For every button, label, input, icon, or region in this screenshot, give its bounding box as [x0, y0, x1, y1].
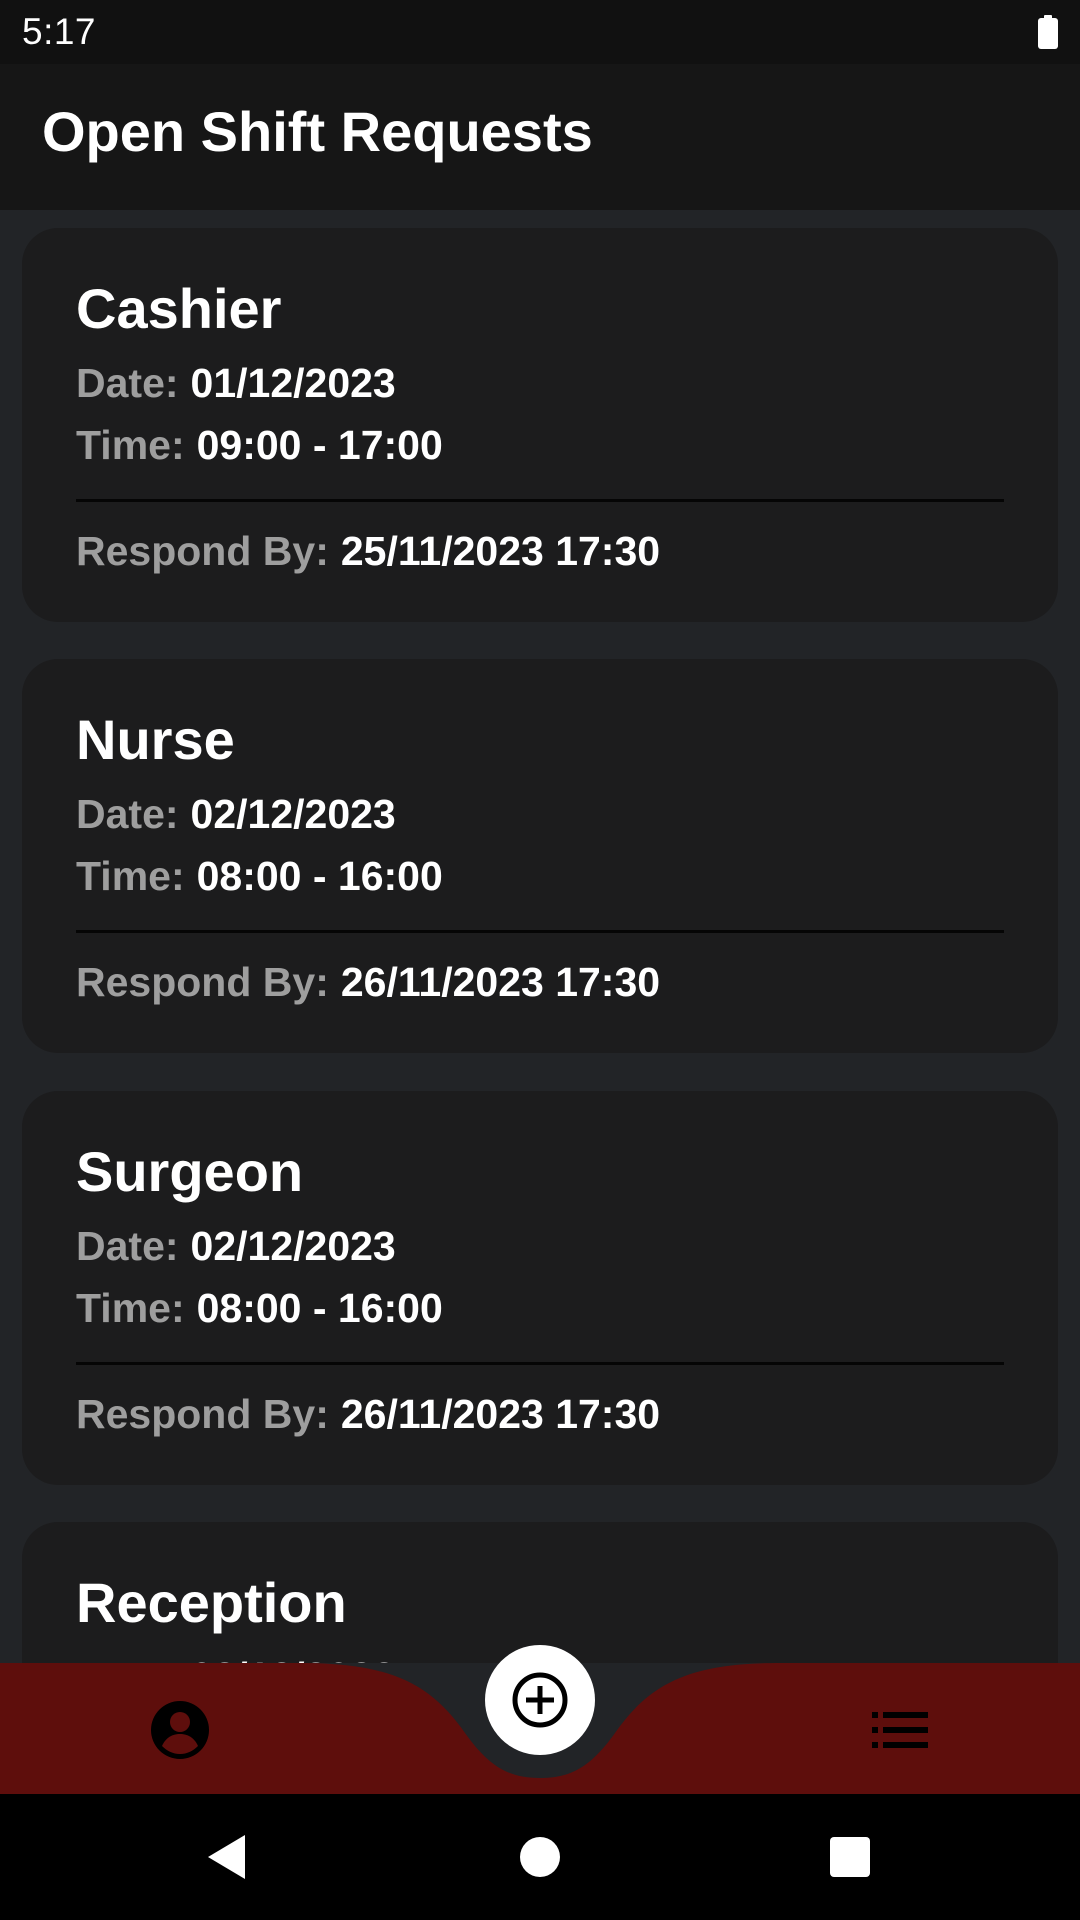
- shift-time: 08:00 - 16:00: [196, 1285, 443, 1331]
- page-title: Open Shift Requests: [42, 99, 593, 163]
- shift-date-row: Date:02/12/2023: [76, 791, 396, 838]
- time-label: Time:: [76, 422, 185, 468]
- shift-time: 08:00 - 16:00: [196, 853, 443, 899]
- back-icon[interactable]: [205, 1832, 249, 1882]
- card-divider: [76, 499, 1004, 502]
- date-label: Date:: [76, 791, 179, 837]
- battery-icon: [1038, 15, 1058, 49]
- respond-by-label: Respond By:: [76, 1391, 329, 1437]
- time-label: Time:: [76, 853, 185, 899]
- status-time: 5:17: [22, 11, 97, 52]
- respond-by-row: Respond By: 26/11/2023 17:30: [76, 959, 660, 1006]
- card-divider: [76, 930, 1004, 933]
- shift-date: 01/12/2023: [190, 360, 396, 406]
- respond-by-value: 26/11/2023 17:30: [340, 959, 661, 1005]
- recents-icon[interactable]: [830, 1837, 870, 1877]
- date-label: Date:: [76, 360, 179, 406]
- account-circle-icon: [151, 1701, 209, 1759]
- shift-date: 02/12/2023: [190, 791, 396, 837]
- list-view-button[interactable]: [872, 1710, 928, 1750]
- shift-card-cashier[interactable]: Cashier Date: 01/12/2023 Time: 09:00 - 17:…: [22, 228, 1058, 622]
- shift-date-row: Date: 01/12/2023: [76, 360, 396, 407]
- shift-time: 09:00 - 17:00: [196, 422, 443, 468]
- shift-time-row: Time: 08:00 - 16:00: [76, 853, 443, 900]
- shift-role: Reception: [76, 1571, 347, 1634]
- respond-by-label: Respond By:: [76, 959, 329, 1005]
- time-label: Time:: [76, 1285, 185, 1331]
- respond-by-value: 25/11/2023 17:30: [340, 528, 661, 574]
- status-bar: 5:17: [0, 0, 1080, 64]
- system-navigation-bar: [0, 1794, 1080, 1920]
- respond-by-row: Respond By: 26/11/2023 17:30: [76, 1391, 660, 1438]
- shift-date: 02/12/2023: [191, 1654, 396, 1663]
- shift-card-nurse[interactable]: Nurse Date: 02/12/2023 Time: 08:00 - 16:00…: [22, 659, 1058, 1053]
- shift-card-surgeon[interactable]: Surgeon Date: 02/12/2023 Time: 08:00 - 16:…: [22, 1091, 1058, 1485]
- card-divider: [76, 1362, 1004, 1365]
- shift-date-row: Date:02/12/2023: [76, 1223, 396, 1270]
- respond-by-value: 26/11/2023 17:30: [340, 1391, 661, 1437]
- shift-date: 02/12/2023: [190, 1223, 396, 1269]
- date-label: Date:: [76, 1654, 179, 1663]
- shift-request-list[interactable]: Cashier Date: 01/12/2023 Time: 09:00 - 17:…: [0, 210, 1080, 1663]
- shift-role: Cashier: [76, 277, 282, 340]
- add-circle-icon: [512, 1672, 568, 1728]
- list-icon: [872, 1712, 928, 1748]
- respond-by-row: Respond By: 25/11/2023 17:30: [76, 528, 660, 575]
- date-label: Date:: [76, 1223, 179, 1269]
- shift-card-reception[interactable]: Reception Date: 02/12/2023: [22, 1522, 1058, 1663]
- profile-button[interactable]: [150, 1700, 210, 1760]
- home-icon[interactable]: [520, 1837, 560, 1877]
- respond-by-label: Respond By:: [76, 528, 329, 574]
- shift-time-row: Time: 08:00 - 16:00: [76, 1285, 443, 1332]
- app-bar: Open Shift Requests: [0, 64, 1080, 210]
- shift-role: Nurse: [76, 708, 235, 771]
- shift-time-row: Time: 09:00 - 17:00: [76, 422, 443, 469]
- shift-date-row: Date: 02/12/2023: [76, 1654, 396, 1663]
- shift-role: Surgeon: [76, 1140, 304, 1203]
- add-shift-button[interactable]: [485, 1645, 595, 1755]
